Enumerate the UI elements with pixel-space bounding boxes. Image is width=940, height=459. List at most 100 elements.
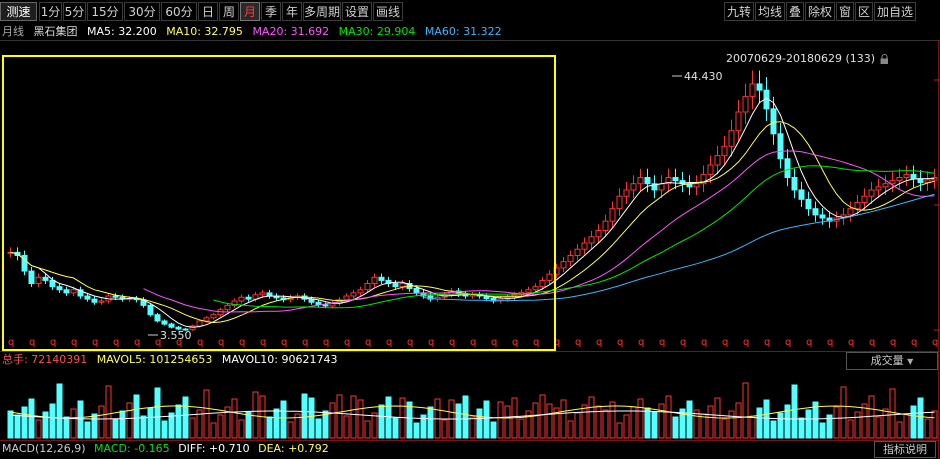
volume-bar xyxy=(385,396,392,439)
candle-body xyxy=(812,208,819,216)
volume-bar xyxy=(651,411,658,439)
q-marker: q xyxy=(785,337,791,348)
q-marker: q xyxy=(743,337,749,348)
indicator-select[interactable]: 成交量 ▼ xyxy=(846,352,938,370)
volume-bar xyxy=(721,418,728,439)
volume-bar xyxy=(854,411,861,439)
volume-bar xyxy=(273,408,280,439)
volume-bar xyxy=(371,412,378,439)
volume-bar xyxy=(14,414,21,439)
volume-bar xyxy=(791,384,798,439)
candle-body xyxy=(805,198,812,210)
lock-icon[interactable] xyxy=(880,54,888,64)
candle-body xyxy=(210,314,217,319)
candle-body xyxy=(602,220,609,232)
macd-value: MACD: -0.165 xyxy=(94,442,170,455)
volume-bar xyxy=(308,397,315,439)
volume-bar xyxy=(252,391,259,439)
candle-body xyxy=(693,183,700,188)
volume-bar xyxy=(504,405,511,439)
ma20-line xyxy=(143,150,935,313)
volume-bar xyxy=(280,400,287,439)
candle-body xyxy=(595,230,602,238)
volume-bar xyxy=(630,406,637,439)
mavol10-value: MAVOL10: 90621743 xyxy=(221,353,338,366)
volume-bar xyxy=(623,414,630,439)
volume-bar xyxy=(707,405,714,439)
q-marker: q xyxy=(764,337,770,348)
candle-body xyxy=(56,286,63,291)
volume-bar xyxy=(378,404,385,439)
q-marker: q xyxy=(701,337,707,348)
volume-bar xyxy=(728,410,735,439)
candle-body xyxy=(539,279,546,288)
volume-bar xyxy=(574,412,581,439)
volume-bar xyxy=(210,422,217,439)
volume-bar xyxy=(819,422,826,439)
q-marker: q xyxy=(239,337,245,348)
q-marker: q xyxy=(386,337,392,348)
candle-body xyxy=(532,286,539,291)
candle-body xyxy=(42,276,49,281)
candle-body xyxy=(875,186,882,191)
candle-body xyxy=(567,254,574,263)
candle-body xyxy=(910,173,917,180)
candle-body xyxy=(791,176,798,191)
macd-info: MACD(12,26,9) MACD: -0.165 DIFF: +0.710 … xyxy=(2,441,334,457)
candle-body xyxy=(644,176,651,185)
candle-body xyxy=(168,323,175,328)
candle-body xyxy=(196,320,203,327)
candle-body xyxy=(721,145,728,157)
volume-bar xyxy=(56,383,63,439)
candle-body xyxy=(343,295,350,301)
volume-bar xyxy=(21,406,28,439)
candle-body xyxy=(91,298,98,303)
volume-bar xyxy=(112,418,119,439)
volume-bar xyxy=(532,402,539,439)
volume-bar xyxy=(469,416,476,439)
volume-bar xyxy=(140,415,147,439)
candle-body xyxy=(854,201,861,210)
volume-bar xyxy=(686,400,693,439)
q-marker: q xyxy=(848,337,854,348)
volume-bar xyxy=(133,394,140,439)
q-marker: q xyxy=(50,337,56,348)
kline-chart[interactable]: qqqqqqqqqqqqqqqqqqqqqqqqqqqqqqqqqqqqqqqq… xyxy=(0,0,940,459)
candle-body xyxy=(609,208,616,222)
volume-bar xyxy=(896,421,903,439)
candle-body xyxy=(623,189,630,197)
volume-bar xyxy=(770,420,777,439)
volume-bar xyxy=(609,401,616,439)
volume-bar xyxy=(777,412,784,439)
candle-body xyxy=(728,130,735,147)
candle-body xyxy=(413,288,420,294)
volume-bar xyxy=(105,385,112,439)
candle-body xyxy=(28,270,35,285)
volume-bar xyxy=(84,421,91,439)
volume-bar xyxy=(546,403,553,439)
candle-body xyxy=(770,108,777,135)
candle-body xyxy=(329,302,336,307)
candle-body xyxy=(784,158,791,178)
q-marker: q xyxy=(407,337,413,348)
candle-body xyxy=(735,111,742,132)
volume-bar xyxy=(28,398,35,439)
volume-bar xyxy=(903,413,910,439)
volume-bar xyxy=(560,399,567,439)
q-marker: q xyxy=(113,337,119,348)
volume-bar xyxy=(35,419,42,439)
volume-bar xyxy=(245,411,252,439)
volume-bar xyxy=(882,408,889,439)
candle-body xyxy=(112,295,119,298)
q-marker: q xyxy=(932,337,938,348)
q-marker: q xyxy=(722,337,728,348)
volume-bar xyxy=(497,401,504,439)
candle-body xyxy=(861,195,868,203)
volume-bar xyxy=(847,419,854,439)
candle-body xyxy=(756,83,763,91)
volume-bar xyxy=(798,417,805,439)
indicator-help-button[interactable]: 指标说明 xyxy=(874,441,936,458)
volume-bar xyxy=(742,382,749,439)
volume-bar xyxy=(168,412,175,439)
volume-bar xyxy=(644,407,651,439)
